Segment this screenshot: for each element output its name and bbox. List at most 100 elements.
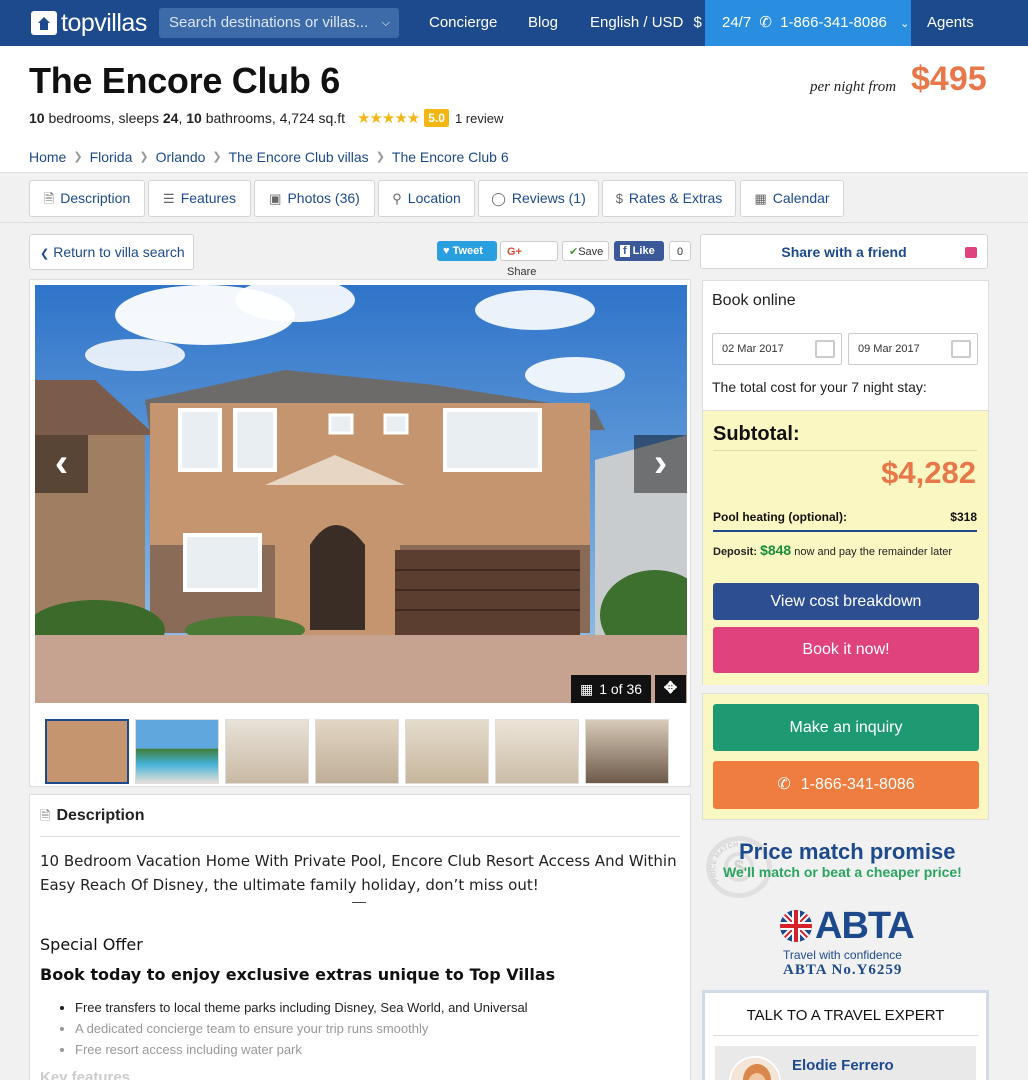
house-icon xyxy=(31,11,57,35)
phone-icon: ✆ xyxy=(759,14,772,31)
next-photo-button[interactable]: › xyxy=(634,435,687,493)
description-intro: 10 Bedroom Vacation Home With Private Po… xyxy=(40,852,677,894)
pool-heating-value: $318 xyxy=(950,510,977,524)
description-heading: 🗎 Description xyxy=(40,807,144,829)
tab-photos[interactable]: ▣ Photos (36) xyxy=(254,180,375,217)
tab-rates[interactable]: $ Rates & Extras xyxy=(602,180,736,217)
search-placeholder: Search destinations or villas... xyxy=(169,14,369,31)
review-count-link[interactable]: 1 review xyxy=(455,111,503,126)
view-cost-breakdown-button[interactable]: View cost breakdown xyxy=(713,583,979,620)
comment-icon: ◯ xyxy=(491,191,506,206)
sleeps-count: 24 xyxy=(162,110,179,126)
facebook-like-button[interactable]: f Like xyxy=(614,241,664,261)
abta-tagline: Travel with confidence xyxy=(783,948,902,962)
book-now-button[interactable]: Book it now! xyxy=(713,627,979,673)
tab-features[interactable]: ☰ Features xyxy=(148,180,251,217)
tab-location[interactable]: ⚲ Location xyxy=(378,180,475,217)
return-to-search-button[interactable]: ❮ Return to villa search xyxy=(29,234,194,270)
phone-24-7-label: 24/7 xyxy=(722,14,752,31)
tab-description[interactable]: 🗎 Description xyxy=(29,180,145,217)
deposit-amount: $848 xyxy=(760,542,792,558)
deposit-label: Deposit: xyxy=(713,546,757,558)
breadcrumb-home[interactable]: Home xyxy=(29,149,66,165)
expert-card[interactable]: Elodie Ferrero xyxy=(715,1046,976,1080)
chevron-right-icon: ❯ xyxy=(375,151,385,163)
checkin-value: 02 Mar 2017 xyxy=(722,343,784,355)
total-cost-label: The total cost for your 7 night stay: xyxy=(712,379,927,395)
breadcrumb-current[interactable]: The Encore Club 6 xyxy=(392,149,509,165)
dollar-icon: $ xyxy=(615,191,623,206)
tab-label: Description xyxy=(60,190,131,206)
like-label: Like xyxy=(632,245,655,257)
divider xyxy=(713,1035,978,1036)
nav-agents[interactable]: Agents xyxy=(927,0,974,46)
thumbnail-1[interactable] xyxy=(45,719,129,784)
checkin-date-field[interactable]: 02 Mar 2017 xyxy=(712,333,842,365)
thumbnail-7[interactable] xyxy=(585,719,669,784)
gplus-share-button[interactable]: G+ Share xyxy=(500,241,558,278)
page-title: The Encore Club 6 xyxy=(29,60,340,101)
travel-expert-heading: TALK TO A TRAVEL EXPERT xyxy=(746,1007,945,1024)
gplus-label: Share xyxy=(507,266,537,278)
nav-blog[interactable]: Blog xyxy=(528,0,558,46)
rating-badge: 5.0 xyxy=(424,109,449,127)
chevron-right-icon: ❯ xyxy=(139,151,149,163)
fullscreen-button[interactable]: ✥ xyxy=(655,675,686,703)
tweet-button[interactable]: ♥ Tweet xyxy=(437,241,497,261)
pool-heating-row[interactable]: Pool heating (optional): $318 xyxy=(713,510,977,532)
avatar xyxy=(729,1056,781,1080)
list-icon: ☰ xyxy=(163,191,175,206)
tab-reviews[interactable]: ◯ Reviews (1) xyxy=(478,180,599,217)
topvillas-logo[interactable]: topvillas xyxy=(31,8,147,38)
search-input[interactable]: Search destinations or villas... ⌵ xyxy=(159,8,399,38)
call-button[interactable]: ✆ 1-866-341-8086 xyxy=(713,761,979,809)
breadcrumb-florida[interactable]: Florida xyxy=(90,149,133,165)
chevron-left-icon: ‹ xyxy=(54,441,69,485)
share-with-friend-button[interactable]: Share with a friend xyxy=(700,234,988,269)
map-pin-icon: ⚲ xyxy=(392,191,402,206)
subtotal-label: Subtotal: xyxy=(713,423,800,445)
phone-icon: ✆ xyxy=(777,776,791,793)
expand-icon: ✥ xyxy=(663,680,678,697)
checkout-date-field[interactable]: 09 Mar 2017 xyxy=(848,333,978,365)
thumbnail-4[interactable] xyxy=(315,719,399,784)
thumbnail-5[interactable] xyxy=(405,719,489,784)
villa-header: The Encore Club 6 10 bedrooms, sleeps 24… xyxy=(0,46,1028,172)
inquiry-box: Make an inquiry ✆ 1-866-341-8086 xyxy=(702,693,989,820)
chevron-right-icon: ❯ xyxy=(212,151,222,163)
breadcrumb-encore-villas[interactable]: The Encore Club villas xyxy=(229,149,369,165)
previous-photo-button[interactable]: ‹ xyxy=(35,435,88,493)
thumbnail-2[interactable] xyxy=(135,719,219,784)
document-icon: 🗎 xyxy=(40,808,51,823)
villa-main-photo[interactable]: ‹ › ▦ 1 of 36 ✥ xyxy=(35,285,687,703)
nav-concierge[interactable]: Concierge xyxy=(429,0,497,46)
deposit-text: now and pay the remainder later xyxy=(794,546,953,558)
subtotal-value: $4,282 xyxy=(881,455,976,490)
subtotal-box: Subtotal: $4,282 Pool heating (optional)… xyxy=(703,410,988,685)
description-panel: 🗎 Description 10 Bedroom Vacation Home Wi… xyxy=(29,794,691,1080)
divider xyxy=(713,450,977,451)
bedroom-count: 10 xyxy=(29,110,45,126)
divider xyxy=(40,836,680,837)
offer-list: Free transfers to local theme parks incl… xyxy=(75,997,528,1060)
abta-globe-icon xyxy=(780,910,812,942)
villa-meta: 10 bedrooms, sleeps 24, 10 bathrooms, 4,… xyxy=(29,109,504,127)
thumbnail-3[interactable] xyxy=(225,719,309,784)
tab-label: Photos (36) xyxy=(287,190,360,206)
nav-phone[interactable]: 24/7 ✆ 1-866-341-8086 ⌄ xyxy=(705,0,911,46)
tab-label: Rates & Extras xyxy=(628,190,723,206)
nav-language[interactable]: English / USD $ xyxy=(590,0,702,46)
photo-counter[interactable]: ▦ 1 of 36 xyxy=(571,675,651,703)
make-inquiry-button[interactable]: Make an inquiry xyxy=(713,704,979,751)
save-button[interactable]: ✔Save xyxy=(562,241,609,261)
star-rating-icon: ★★★★★ xyxy=(357,110,420,127)
chevron-right-icon: ❯ xyxy=(73,151,83,163)
share-icon xyxy=(965,247,977,258)
tab-calendar[interactable]: ▦ Calendar xyxy=(740,180,844,217)
breadcrumb-orlando[interactable]: Orlando xyxy=(156,149,206,165)
top-nav: topvillas Search destinations or villas.… xyxy=(0,0,1028,46)
return-label: Return to villa search xyxy=(53,244,185,260)
facebook-icon: f xyxy=(620,245,630,257)
thumbnail-6[interactable] xyxy=(495,719,579,784)
expert-name[interactable]: Elodie Ferrero xyxy=(792,1057,894,1074)
